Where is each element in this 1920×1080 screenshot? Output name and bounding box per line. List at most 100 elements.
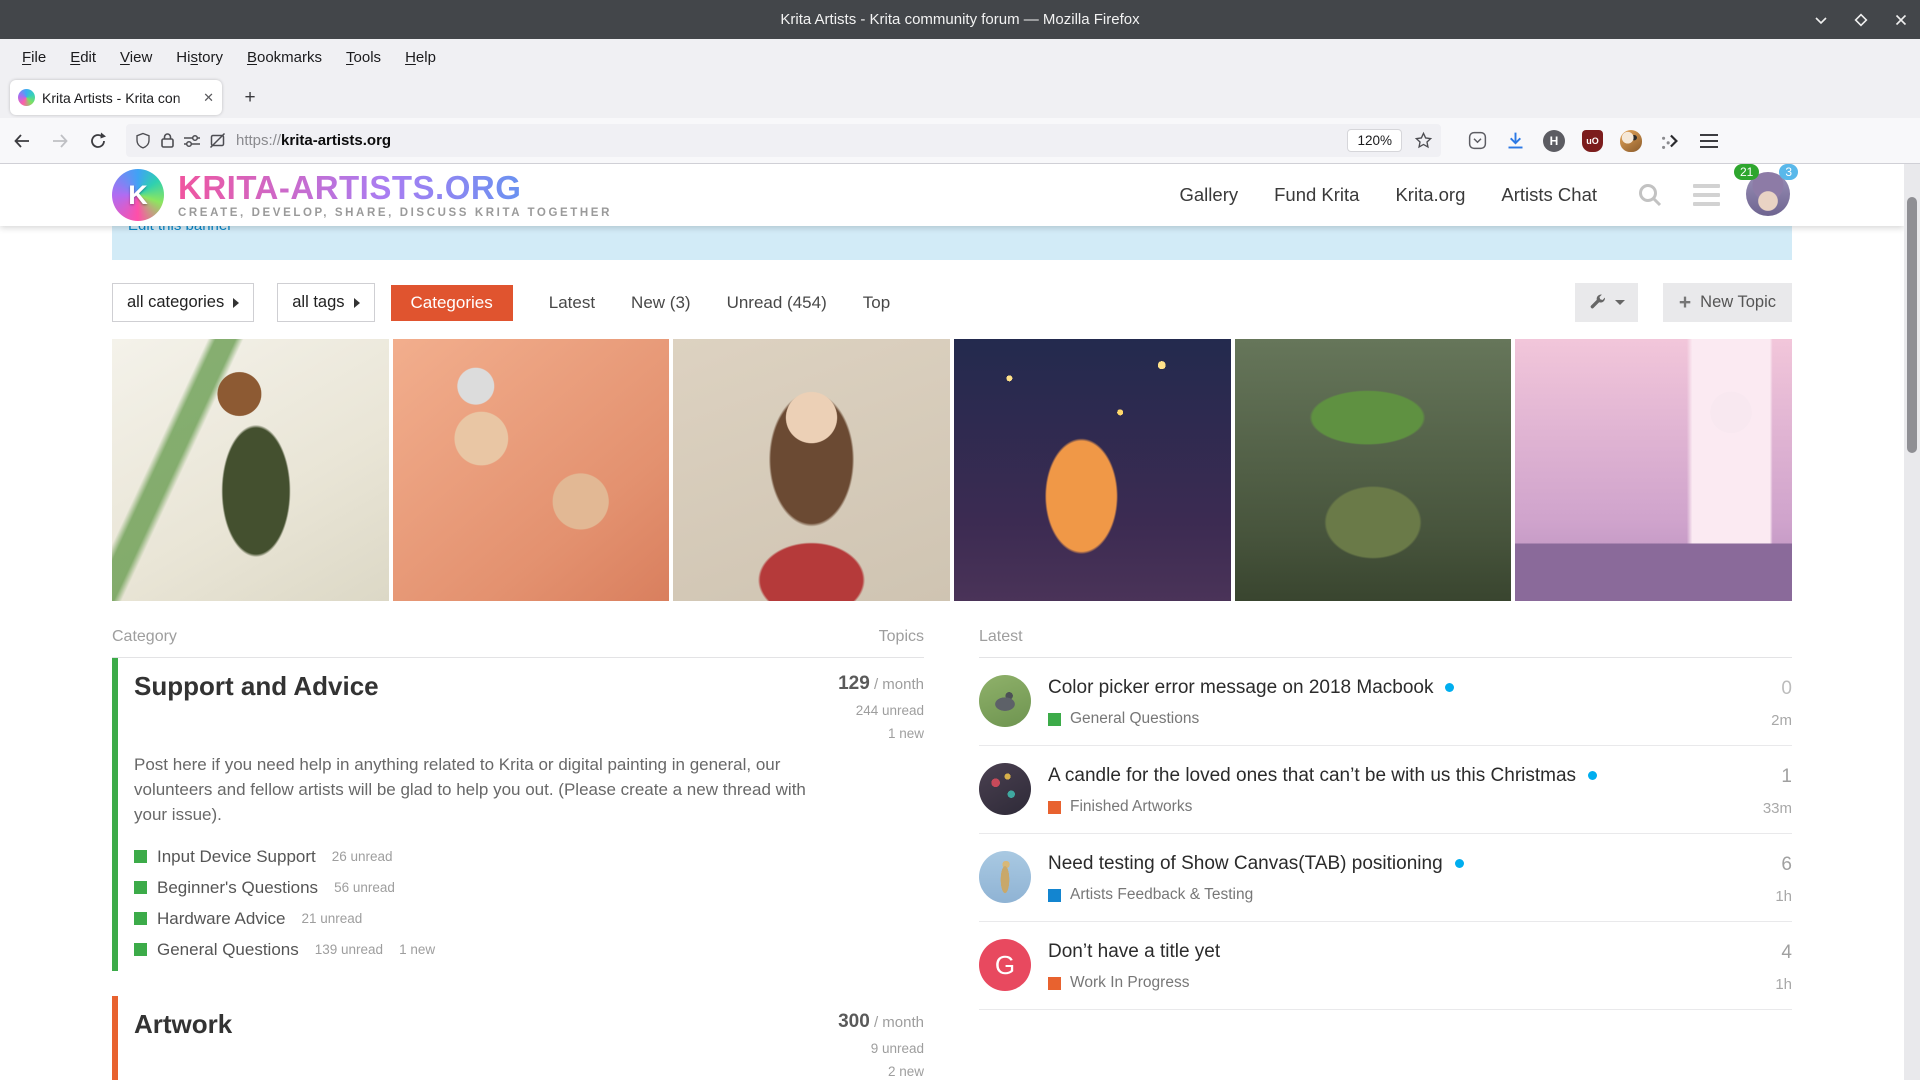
hero-image-toad-rain[interactable] (1234, 339, 1512, 601)
tab-krita-artists[interactable]: Krita Artists - Krita con ✕ (10, 80, 222, 115)
category-color-square (1048, 976, 1061, 990)
nav-fund-krita[interactable]: Fund Krita (1274, 184, 1359, 206)
krita-artists-logo[interactable]: K (112, 169, 164, 221)
topic-title[interactable]: Don’t have a title yet (1048, 941, 1220, 962)
topic-category[interactable]: Work In Progress (1048, 974, 1708, 992)
close-icon[interactable] (1892, 11, 1910, 29)
hero-image-pixel-room[interactable] (1515, 339, 1793, 601)
tab-top[interactable]: Top (863, 293, 890, 313)
admin-wrench-button[interactable] (1574, 283, 1638, 322)
blocked-content-icon[interactable] (209, 132, 226, 149)
menu-tools[interactable]: Tools (334, 44, 393, 71)
filter-bar: all categories all tags Categories Lates… (112, 283, 1792, 322)
nav-gallery[interactable]: Gallery (1180, 184, 1239, 206)
subcategory-hardware-advice[interactable]: Hardware Advice 21 unread (134, 903, 924, 934)
tab-unread[interactable]: Unread (454) (727, 293, 827, 313)
nav-artists-chat[interactable]: Artists Chat (1501, 184, 1597, 206)
hero-image-fantasy-man-with-vine[interactable] (112, 339, 389, 601)
topic-category[interactable]: General Questions (1048, 710, 1708, 728)
topic-row-candle-christmas[interactable]: A candle for the loved ones that can’t b… (979, 746, 1792, 834)
pocket-icon[interactable] (1467, 130, 1488, 151)
new-tab-button[interactable]: + (236, 84, 264, 112)
tab-favicon-icon (18, 89, 35, 106)
topic-title[interactable]: A candle for the loved ones that can’t b… (1048, 765, 1576, 786)
topic-title[interactable]: Color picker error message on 2018 Macbo… (1048, 677, 1433, 698)
topic-author-avatar[interactable] (979, 675, 1031, 727)
reply-count[interactable]: 6 (1734, 854, 1792, 876)
maximize-icon[interactable] (1852, 11, 1870, 29)
notification-badge-green[interactable]: 21 (1734, 164, 1760, 180)
menu-help[interactable]: Help (393, 44, 448, 71)
bookmark-star-icon[interactable] (1414, 131, 1433, 150)
menu-file[interactable]: File (10, 44, 58, 71)
category-title[interactable]: Artwork (134, 1009, 232, 1079)
nav-krita-org[interactable]: Krita.org (1395, 184, 1465, 206)
browser-menubar: File Edit View History Bookmarks Tools H… (0, 39, 1920, 76)
menu-bookmarks[interactable]: Bookmarks (235, 44, 334, 71)
last-activity-time: 1h (1775, 976, 1792, 993)
hero-image-cat-witch[interactable] (954, 339, 1231, 601)
subcategory-beginners-questions[interactable]: Beginner's Questions 56 unread (134, 872, 924, 903)
unread-dot (1445, 683, 1455, 692)
new-topic-button[interactable]: + New Topic (1662, 283, 1792, 322)
reply-count[interactable]: 4 (1734, 942, 1792, 964)
user-menu[interactable]: 21 3 (1734, 164, 1798, 218)
page-scrollbar[interactable] (1904, 164, 1920, 1080)
site-header: K KRITA-ARTISTS.ORG CREATE, DEVELOP, SHA… (0, 164, 1904, 226)
url-bar[interactable]: https://krita-artists.org 120% (126, 124, 1441, 157)
search-icon[interactable] (1637, 182, 1663, 208)
topic-author-avatar[interactable] (979, 763, 1031, 815)
tab-new[interactable]: New (3) (631, 293, 691, 313)
app-menu-hamburger-icon[interactable] (1698, 132, 1720, 150)
menu-edit[interactable]: Edit (58, 44, 108, 71)
site-banner: Edit this banner (112, 226, 1792, 260)
url-scheme: https:// (236, 132, 282, 149)
topic-row-no-title-yet[interactable]: G Don’t have a title yet Work In Progres… (979, 922, 1792, 1010)
menu-history[interactable]: History (164, 44, 235, 71)
site-hamburger-icon[interactable] (1693, 184, 1720, 206)
category-artwork: Artwork 300 / month 9 unread 2 new Post … (112, 996, 924, 1080)
categories-dropdown[interactable]: all categories (112, 283, 255, 322)
tags-dropdown[interactable]: all tags (277, 283, 375, 322)
topic-row-show-canvas-testing[interactable]: Need testing of Show Canvas(TAB) positio… (979, 834, 1792, 922)
tab-close-icon[interactable]: ✕ (203, 90, 214, 106)
logo-text-block[interactable]: KRITA-ARTISTS.ORG CREATE, DEVELOP, SHARE… (178, 171, 612, 219)
subcategory-general-questions[interactable]: General Questions 139 unread 1 new (134, 934, 924, 965)
tab-categories[interactable]: Categories (390, 284, 513, 321)
forward-icon[interactable] (44, 125, 76, 157)
menu-view[interactable]: View (108, 44, 164, 71)
back-icon[interactable] (6, 125, 38, 157)
edit-banner-link[interactable]: Edit this banner (128, 226, 232, 234)
reload-icon[interactable] (82, 125, 114, 157)
reply-count[interactable]: 0 (1734, 678, 1792, 700)
extension-dots-icon[interactable] (1659, 130, 1681, 152)
toolbar-extensions: H uO (1467, 129, 1720, 152)
browser-tabbar: Krita Artists - Krita con ✕ + (0, 76, 1920, 118)
tab-latest[interactable]: Latest (549, 293, 595, 313)
lock-icon[interactable] (160, 132, 175, 149)
zoom-level-indicator[interactable]: 120% (1347, 129, 1402, 152)
topic-row-color-picker[interactable]: Color picker error message on 2018 Macbo… (979, 658, 1792, 746)
category-title[interactable]: Support and Advice (134, 671, 379, 741)
topic-title[interactable]: Need testing of Show Canvas(TAB) positio… (1048, 853, 1443, 874)
hero-image-aerith-painting[interactable] (673, 339, 951, 601)
reply-count[interactable]: 1 (1734, 766, 1792, 788)
privacy-badger-icon[interactable] (1620, 129, 1642, 152)
scrollbar-thumb[interactable] (1907, 197, 1917, 453)
notification-badge-blue[interactable]: 3 (1779, 164, 1798, 180)
topic-category[interactable]: Finished Artworks (1048, 798, 1708, 816)
subcategory-input-device-support[interactable]: Input Device Support 26 unread (134, 841, 924, 872)
url-text[interactable]: https://krita-artists.org (236, 132, 1347, 149)
topic-author-avatar[interactable] (979, 851, 1031, 903)
tracking-shield-icon[interactable] (134, 132, 152, 150)
categories-column: Category Topics Support and Advice 129 /… (112, 628, 924, 1080)
downloads-icon[interactable] (1505, 130, 1526, 151)
topic-category[interactable]: Artists Feedback & Testing (1048, 886, 1708, 904)
hero-image-elderly-couple[interactable] (392, 339, 670, 601)
permissions-icon[interactable] (183, 133, 201, 149)
page-viewport: K KRITA-ARTISTS.ORG CREATE, DEVELOP, SHA… (0, 164, 1904, 1080)
topic-author-avatar[interactable]: G (979, 939, 1031, 991)
extension-h-icon[interactable]: H (1543, 129, 1565, 152)
ublock-origin-icon[interactable]: uO (1582, 129, 1603, 152)
minimize-icon[interactable] (1812, 11, 1830, 29)
